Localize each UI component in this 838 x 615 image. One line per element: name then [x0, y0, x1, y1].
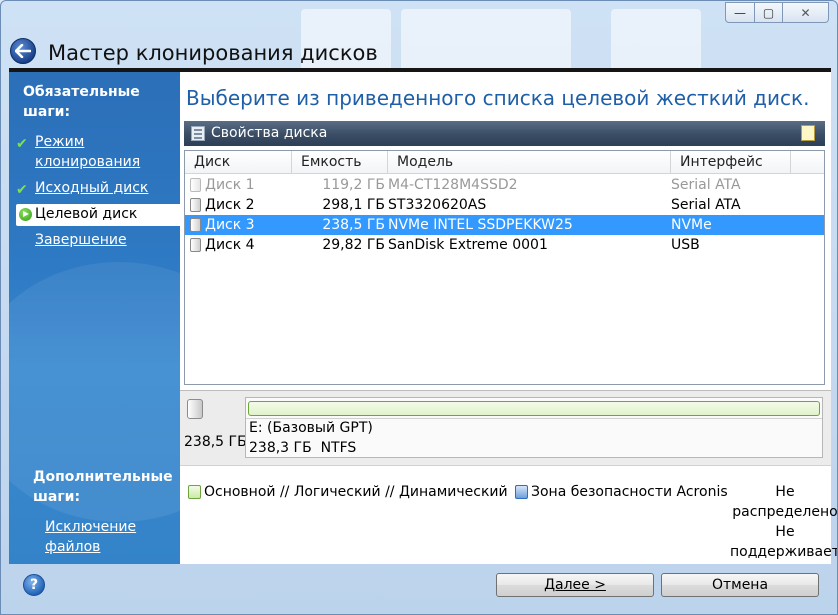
column-header-interface[interactable]: Интерфейс — [671, 151, 791, 173]
maximize-button[interactable]: ▢ — [755, 2, 783, 23]
legend-item-unsupported: Не поддерживается — [730, 522, 837, 562]
check-icon: ✔ — [16, 182, 28, 198]
disk-interface: Serial ATA — [671, 177, 741, 193]
properties-icon — [191, 126, 205, 141]
table-header: Диск Емкость Модель Интерфейс — [185, 151, 824, 174]
acronis-swatch-icon — [515, 485, 528, 499]
panel-title: Свойства диска — [211, 125, 328, 141]
disk-capacity: 119,2 ГБ — [322, 177, 385, 193]
partition-bar — [248, 401, 820, 416]
disk-interface: Serial ATA — [671, 197, 741, 213]
window-frame: — ▢ ✕ Мастер клонирования дисков Обязате… — [0, 0, 838, 615]
column-header-disk[interactable]: Диск — [185, 151, 292, 173]
disk-interface: USB — [671, 237, 700, 253]
window-title: Мастер клонирования дисков — [48, 41, 378, 65]
edit-icon[interactable] — [801, 125, 815, 141]
back-arrow-icon — [15, 44, 31, 58]
sidebar: Обязательные шаги: ✔ Режим клонирования … — [9, 72, 180, 564]
partition-details: 238,3 ГБ NTFS — [249, 438, 356, 458]
disk-capacity: 298,1 ГБ — [322, 197, 385, 213]
disk-model: ST3320620AS — [388, 197, 487, 213]
check-icon: ✔ — [16, 136, 28, 152]
disk-name: Диск 1 — [205, 177, 255, 193]
disk-model: M4-CT128M4SSD2 — [388, 177, 518, 193]
sidebar-item-finish[interactable]: Завершение — [16, 230, 180, 250]
column-header-capacity[interactable]: Емкость — [292, 151, 388, 173]
partition-label: E: (Базовый GPT) — [249, 420, 373, 436]
next-button[interactable]: Далее > — [496, 573, 654, 597]
sidebar-item-label: Исходный диск — [35, 180, 149, 196]
legend-item-primary: Основной // Логический // Динамический — [186, 482, 508, 502]
sidebar-item-clone-mode[interactable]: ✔ Режим клонирования — [16, 132, 180, 172]
disk-name: Диск 4 — [205, 237, 255, 253]
disk-model: NVMe INTEL SSDPEKKW25 — [388, 217, 573, 233]
cancel-button[interactable]: Отмена — [661, 573, 819, 597]
disk-size: 238,5 ГБ — [184, 434, 247, 450]
table-row[interactable]: Диск 1 119,2 ГБ M4-CT128M4SSD2 Serial AT… — [185, 175, 824, 195]
legend-label: поддерживается — [730, 544, 837, 560]
sidebar-item-label: Режим клонирования — [35, 134, 141, 170]
column-header-model[interactable]: Модель — [388, 151, 671, 173]
minimize-button[interactable]: — — [725, 2, 755, 23]
close-button[interactable]: ✕ — [783, 2, 829, 23]
table-row[interactable]: Диск 2 298,1 ГБ ST3320620AS Serial ATA — [185, 195, 824, 215]
legend-item-acronis: Зона безопасности Acronis — [513, 482, 728, 502]
page-heading: Выберите из приведенного списка целевой … — [186, 86, 810, 110]
disk-icon — [190, 218, 201, 232]
disk-icon — [190, 178, 201, 192]
content-area: Обязательные шаги: ✔ Режим клонирования … — [9, 68, 837, 564]
disk-table: Диск Емкость Модель Интерфейс Диск 1 119… — [184, 150, 825, 385]
sidebar-item-source-disk[interactable]: ✔ Исходный диск — [16, 178, 180, 198]
legend: Основной // Логический // Динамический З… — [180, 472, 837, 562]
sidebar-item-label: Целевой диск — [35, 206, 138, 222]
optional-steps-heading: Дополнительные шаги: — [33, 469, 173, 505]
table-row-selected[interactable]: Диск 3 238,5 ГБ NVMe INTEL SSDPEKKW25 NV… — [185, 215, 824, 235]
disk-name: Диск 3 — [205, 217, 255, 233]
legend-label: распределено — [732, 504, 838, 520]
disk-name: Диск 2 — [205, 197, 255, 213]
sidebar-item-label: Завершение — [35, 232, 127, 248]
next-button-label: Далее > — [544, 577, 606, 593]
disk-capacity: 29,82 ГБ — [322, 237, 385, 253]
sidebar-item-exclude-files[interactable]: Исключение файлов — [45, 517, 145, 557]
back-button[interactable] — [10, 38, 36, 64]
main-panel: Выберите из приведенного списка целевой … — [180, 72, 837, 564]
disk-icon — [190, 238, 201, 252]
table-row[interactable]: Диск 4 29,82 ГБ SanDisk Extreme 0001 USB — [185, 235, 824, 255]
legend-label: Зона безопасности Acronis — [531, 484, 728, 500]
legend-item-unallocated: Не распределено — [730, 482, 838, 522]
disk-model: SanDisk Extreme 0001 — [388, 237, 548, 253]
disk-icon — [187, 399, 203, 419]
partition-size: 238,3 ГБ — [249, 440, 312, 456]
help-button[interactable]: ? — [23, 574, 45, 596]
glass-reflection — [401, 9, 571, 71]
partition-filesystem: NTFS — [320, 440, 357, 456]
required-steps-heading: Обязательные шаги: — [23, 84, 140, 120]
legend-label: Не — [775, 524, 795, 540]
legend-label: Не — [775, 484, 795, 500]
caption-buttons: — ▢ ✕ — [725, 2, 829, 23]
current-step-arrow-icon — [19, 208, 32, 221]
glass-reflection — [611, 9, 701, 71]
partition-block[interactable]: E: (Базовый GPT) 238,3 ГБ NTFS — [245, 397, 823, 458]
disk-interface: NVMe — [671, 217, 712, 233]
disk-properties-bar[interactable]: Свойства диска — [184, 121, 825, 146]
disk-map: 238,5 ГБ E: (Базовый GPT) 238,3 ГБ NTFS — [180, 390, 831, 466]
sidebar-item-target-disk[interactable]: Целевой диск — [16, 204, 180, 226]
primary-swatch-icon — [188, 485, 201, 499]
disk-capacity: 238,5 ГБ — [322, 217, 385, 233]
legend-label: Основной // Логический // Динамический — [204, 484, 508, 500]
disk-icon — [190, 198, 201, 212]
